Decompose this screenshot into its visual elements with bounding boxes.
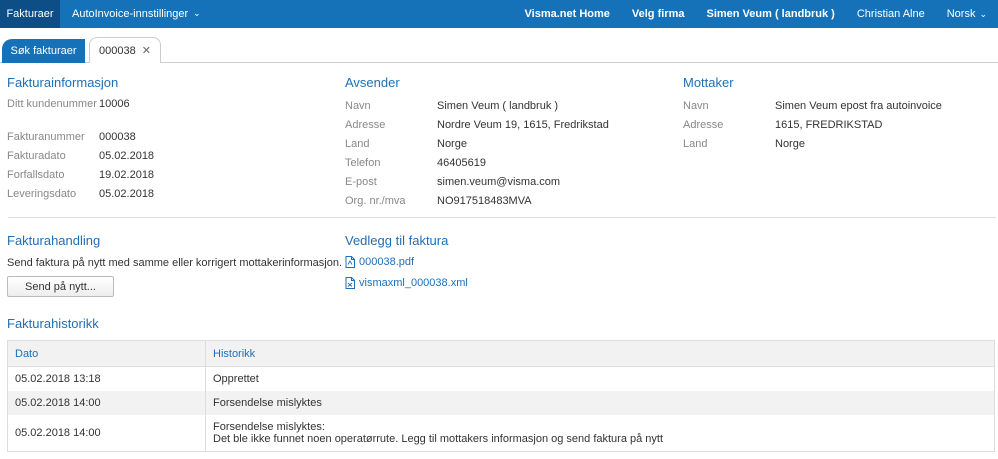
- value-sender-email: simen.veum@visma.com: [437, 175, 561, 188]
- label-sender-orgnr: Org. nr./mva: [345, 194, 406, 207]
- cell-history: Forsendelse mislyktes: [213, 397, 322, 409]
- value-sender-name: Simen Veum ( landbruk ): [437, 99, 559, 112]
- label-recipient-address: Adresse: [683, 118, 724, 131]
- value-sender-phone: 46405619: [437, 156, 486, 169]
- value-invoice-date: 05.02.2018: [99, 149, 155, 162]
- label-invoice-number: Fakturanummer: [7, 130, 85, 143]
- section-title-handling: Fakturahandling: [7, 233, 101, 248]
- section-title-avsender: Avsender: [345, 75, 400, 90]
- label-recipient-country: Land: [683, 137, 708, 150]
- resend-button[interactable]: Send på nytt...: [7, 276, 114, 297]
- value-sender-country: Norge: [437, 137, 467, 150]
- value-sender-address: Nordre Veum 19, 1615, Fredrikstad: [437, 118, 609, 131]
- tab-invoice[interactable]: 000038 ✕: [89, 37, 161, 63]
- nav-select-company[interactable]: Velg firma: [621, 0, 696, 28]
- cell-date: 05.02.2018 13:18: [8, 367, 206, 391]
- table-row: 05.02.2018 14:00 Forsendelse mislyktes: …: [8, 415, 994, 451]
- attachment-xml-label: vismaxml_000038.xml: [359, 277, 468, 289]
- top-navigation: Fakturaer AutoInvoice-innstillinger ⌄ Vi…: [0, 0, 998, 28]
- label-sender-phone: Telefon: [345, 156, 381, 169]
- nav-user[interactable]: Christian Alne: [846, 0, 936, 28]
- value-customer-number: 10006: [99, 98, 130, 110]
- attachment-pdf-label: 000038.pdf: [359, 256, 415, 268]
- chevron-down-icon: ⌄: [979, 8, 987, 19]
- section-title-mottaker: Mottaker: [683, 75, 734, 90]
- tab-invoice-label: 000038: [99, 44, 136, 57]
- cell-history: Opprettet: [213, 373, 259, 385]
- value-recipient-address: 1615, FREDRIKSTAD: [775, 118, 883, 131]
- label-recipient-name: Navn: [683, 99, 709, 112]
- history-line-2: Det ble ikke funnet noen operatørrute. L…: [213, 433, 664, 445]
- attachment-xml[interactable]: vismaxml_000038.xml: [345, 277, 468, 289]
- nav-autoinvoice-label: AutoInvoice-innstillinger: [72, 8, 189, 20]
- table-row: 05.02.2018 13:18 Opprettet: [8, 367, 994, 391]
- cell-history: Forsendelse mislyktes: Det ble ikke funn…: [206, 415, 994, 451]
- history-line-1: Forsendelse mislyktes:: [213, 421, 325, 433]
- label-sender-address: Adresse: [345, 118, 386, 131]
- label-customer-number: Ditt kundenummer: [7, 98, 97, 110]
- tab-bar: Søk fakturaer 000038 ✕: [0, 37, 998, 63]
- cell-date: 05.02.2018 14:00: [8, 391, 206, 415]
- attachment-pdf[interactable]: 000038.pdf: [345, 256, 414, 268]
- label-sender-email: E-post: [345, 175, 377, 188]
- section-title-vedlegg: Vedlegg til faktura: [345, 233, 449, 248]
- tab-search-invoices[interactable]: Søk fakturaer: [2, 39, 85, 63]
- value-recipient-country: Norge: [775, 137, 805, 150]
- label-invoice-date: Fakturadato: [7, 149, 66, 162]
- xml-file-icon: [345, 277, 355, 289]
- fakturainfo-list: Ditt kundenummer 10006 Fakturanummer 000…: [7, 98, 167, 203]
- value-delivery-date: 05.02.2018: [99, 187, 155, 200]
- nav-visma-home[interactable]: Visma.net Home: [514, 0, 621, 28]
- nav-language[interactable]: Norsk ⌄: [936, 0, 998, 28]
- section-title-fakturainfo: Fakturainformasjon: [7, 75, 119, 90]
- nav-company-name[interactable]: Simen Veum ( landbruk ): [695, 0, 845, 28]
- label-delivery-date: Leveringsdato: [7, 187, 77, 200]
- label-due-date: Forfallsdato: [7, 168, 65, 181]
- handling-description: Send faktura på nytt med samme eller kor…: [7, 257, 343, 269]
- column-header-history[interactable]: Historikk: [206, 341, 994, 366]
- pdf-file-icon: [345, 256, 355, 268]
- value-invoice-number: 000038: [99, 130, 136, 143]
- value-recipient-name: Simen Veum epost fra autoinvoice: [775, 99, 942, 112]
- table-row: 05.02.2018 14:00 Forsendelse mislyktes: [8, 391, 994, 415]
- close-icon[interactable]: ✕: [142, 44, 151, 57]
- column-header-date[interactable]: Dato: [8, 341, 206, 366]
- mottaker-list: Navn Simen Veum epost fra autoinvoice Adr…: [683, 96, 993, 153]
- section-divider: [8, 217, 996, 218]
- cell-date: 05.02.2018 14:00: [8, 415, 206, 451]
- history-table: Dato Historikk 05.02.2018 13:18 Opprette…: [7, 340, 995, 452]
- avsender-list: Navn Simen Veum ( landbruk ) Adresse Nordr…: [345, 96, 665, 210]
- history-table-header: Dato Historikk: [8, 341, 994, 367]
- chevron-down-icon: ⌄: [193, 7, 201, 18]
- section-title-historikk: Fakturahistorikk: [7, 316, 99, 331]
- nav-fakturaer[interactable]: Fakturaer: [0, 0, 60, 28]
- label-sender-country: Land: [345, 137, 370, 150]
- value-sender-orgnr: NO917518483MVA: [437, 194, 532, 207]
- value-due-date: 19.02.2018: [99, 168, 155, 181]
- label-sender-name: Navn: [345, 99, 371, 112]
- nav-autoinvoice-settings[interactable]: AutoInvoice-innstillinger ⌄: [60, 0, 201, 28]
- nav-language-label: Norsk: [946, 8, 976, 20]
